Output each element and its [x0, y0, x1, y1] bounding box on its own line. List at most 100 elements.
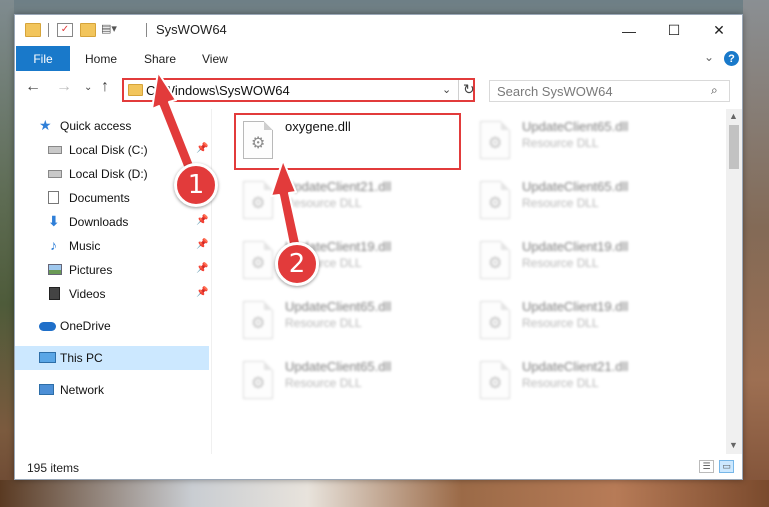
- forward-arrow-icon[interactable]: →: [56, 78, 72, 96]
- maximize-button[interactable]: ☐: [651, 15, 697, 46]
- file-name: UpdateClient65.dll: [285, 359, 392, 374]
- gear-icon: ⚙: [251, 255, 266, 272]
- desktop-wallpaper-right: [743, 0, 769, 507]
- scroll-down-icon[interactable]: ▼: [729, 440, 738, 450]
- address-path[interactable]: C:\Windows\SysWOW64: [146, 83, 290, 98]
- file-item[interactable]: ⚙ UpdateClient65.dll Resource DLL: [474, 115, 700, 171]
- file-name: UpdateClient21.dll: [285, 179, 392, 194]
- gear-icon: ⚙: [251, 315, 266, 332]
- sidebar-item-videos[interactable]: Videos 📌: [15, 282, 209, 306]
- address-bar[interactable]: C:\Windows\SysWOW64 ⌄ ↻: [122, 78, 475, 102]
- highlight-box: [234, 113, 461, 170]
- explorer-window: ✓ ▤▾ SysWOW64 — ☐ ✕ File Home Share View…: [14, 14, 743, 480]
- minimize-button[interactable]: —: [606, 15, 652, 46]
- file-type: Resource DLL: [522, 256, 599, 270]
- close-button[interactable]: ✕: [696, 15, 742, 46]
- sidebar-item-label: Quick access: [60, 119, 132, 133]
- status-bar: 195 items ☰ ▭: [15, 455, 742, 479]
- recent-locations-icon[interactable]: ⌄: [84, 82, 92, 93]
- gear-icon: ⚙: [488, 375, 503, 392]
- title-bar: ✓ ▤▾ SysWOW64 — ☐ ✕: [15, 15, 742, 46]
- dll-file-icon: ⚙: [480, 301, 510, 339]
- dll-file-icon: ⚙: [243, 361, 273, 399]
- tab-home[interactable]: Home: [85, 52, 117, 66]
- desktop-wallpaper-bottom: [0, 480, 769, 507]
- sidebar-item-pictures[interactable]: Pictures 📌: [15, 258, 209, 282]
- vertical-scrollbar[interactable]: ▲ ▼: [726, 109, 742, 454]
- window-title: SysWOW64: [156, 22, 227, 37]
- file-item[interactable]: ⚙ UpdateClient21.dll Resource DLL: [474, 355, 700, 411]
- dll-file-icon: ⚙: [243, 301, 273, 339]
- dll-file-icon: ⚙: [243, 241, 273, 279]
- file-name: UpdateClient19.dll: [522, 239, 629, 254]
- properties-icon[interactable]: ✓: [57, 23, 73, 37]
- drive-icon: [48, 146, 62, 154]
- file-type: Resource DLL: [285, 316, 362, 330]
- new-folder-icon[interactable]: [80, 23, 96, 37]
- file-name: UpdateClient65.dll: [285, 299, 392, 314]
- file-item[interactable]: ⚙ UpdateClient65.dll Resource DLL: [237, 355, 463, 411]
- tab-share[interactable]: Share: [144, 52, 176, 66]
- file-item[interactable]: ⚙ UpdateClient19.dll Resource DLL: [237, 235, 463, 291]
- gear-icon: ⚙: [488, 135, 503, 152]
- chevron-down-icon[interactable]: ⌄: [442, 83, 451, 96]
- details-view-icon[interactable]: ☰: [699, 460, 714, 473]
- tab-view[interactable]: View: [202, 52, 228, 66]
- sidebar-item-downloads[interactable]: ⬇ Downloads 📌: [15, 210, 209, 234]
- divider: [48, 23, 49, 37]
- expand-ribbon-icon[interactable]: ⌄: [704, 50, 714, 64]
- file-item[interactable]: ⚙ UpdateClient65.dll Resource DLL: [474, 175, 700, 231]
- file-type: Resource DLL: [522, 136, 599, 150]
- step-1-badge: 1: [174, 163, 218, 207]
- search-input[interactable]: Search SysWOW64 ⌕: [489, 80, 730, 102]
- sidebar-item-network[interactable]: Network: [15, 378, 209, 402]
- large-icons-view-icon[interactable]: ▭: [719, 460, 734, 473]
- downloads-icon: ⬇: [48, 213, 60, 229]
- divider: [458, 80, 459, 100]
- gear-icon: ⚙: [488, 315, 503, 332]
- divider: [146, 23, 147, 37]
- file-item[interactable]: ⚙ UpdateClient19.dll Resource DLL: [474, 235, 700, 291]
- search-icon[interactable]: ⌕: [711, 83, 718, 98]
- scroll-up-icon[interactable]: ▲: [729, 111, 738, 121]
- back-arrow-icon[interactable]: ←: [25, 78, 41, 96]
- ribbon: File Home Share View ⌄ ?: [15, 46, 742, 71]
- help-icon[interactable]: ?: [724, 51, 739, 66]
- file-name: UpdateClient65.dll: [522, 179, 629, 194]
- scroll-thumb[interactable]: [729, 125, 739, 169]
- tab-file[interactable]: File: [16, 46, 70, 71]
- documents-icon: [48, 191, 59, 204]
- dll-file-icon: ⚙: [480, 181, 510, 219]
- onedrive-icon: [39, 322, 56, 331]
- file-name: UpdateClient21.dll: [522, 359, 629, 374]
- file-type: Resource DLL: [285, 196, 362, 210]
- gear-icon: ⚙: [488, 255, 503, 272]
- gear-icon: ⚙: [251, 195, 266, 212]
- pictures-icon: [48, 264, 62, 275]
- star-icon: ★: [39, 117, 52, 133]
- gear-icon: ⚙: [488, 195, 503, 212]
- sidebar-item-this-pc[interactable]: This PC: [15, 346, 209, 370]
- file-item[interactable]: ⚙ UpdateClient19.dll Resource DLL: [474, 295, 700, 351]
- file-item[interactable]: ⚙ UpdateClient21.dll Resource DLL: [237, 175, 463, 231]
- file-item[interactable]: ⚙ UpdateClient65.dll Resource DLL: [237, 295, 463, 351]
- up-arrow-icon[interactable]: ↑: [101, 78, 109, 96]
- pin-icon: 📌: [196, 143, 209, 154]
- sidebar-item-label: OneDrive: [60, 319, 111, 333]
- sidebar-item-music[interactable]: ♪ Music 📌: [15, 234, 209, 258]
- sidebar-item-onedrive[interactable]: OneDrive: [15, 314, 209, 338]
- sidebar-item-local-disk-c[interactable]: Local Disk (C:) 📌: [15, 138, 209, 162]
- music-icon: ♪: [50, 237, 57, 253]
- sidebar-item-label: Music: [69, 239, 101, 253]
- file-name: UpdateClient19.dll: [522, 299, 629, 314]
- step-2-badge: 2: [275, 242, 319, 286]
- sidebar-item-quick-access[interactable]: ★ Quick access: [15, 114, 209, 138]
- refresh-icon[interactable]: ↻: [463, 81, 475, 98]
- navigation-pane: ★ Quick access Local Disk (C:) 📌 Local D…: [15, 109, 211, 454]
- customize-toolbar-icon[interactable]: ▤▾: [101, 23, 119, 37]
- folder-icon: [128, 84, 143, 96]
- drive-icon: [48, 170, 62, 178]
- sidebar-item-label: Local Disk (C:): [69, 143, 148, 157]
- desktop-wallpaper-left: [0, 0, 14, 507]
- pc-icon: [39, 352, 56, 363]
